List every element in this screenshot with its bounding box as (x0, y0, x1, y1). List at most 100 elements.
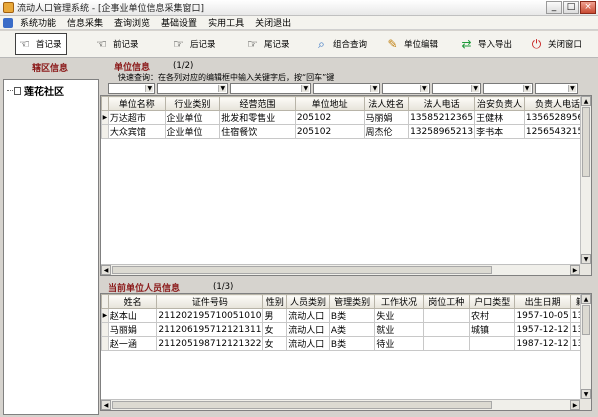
person-horizontal-scrollbar[interactable]: ◀ ▶ (101, 399, 580, 410)
filter-unit-name[interactable]: ▼ (107, 83, 156, 94)
filter-legal-phone[interactable]: ▼ (431, 83, 482, 94)
table-cell[interactable]: 待业 (374, 336, 424, 351)
column-header[interactable]: 出生日期 (514, 294, 571, 309)
filter-legal-name[interactable]: ▼ (382, 83, 430, 94)
table-cell[interactable]: 男 (262, 308, 288, 323)
close-window-button[interactable]: ⏻ 关闭窗口 (528, 33, 582, 55)
person-grid[interactable]: 姓名 证件号码 性别 人员类别 管理类别 工作状况 岗位工种 户口类型 出生日期… (100, 293, 592, 411)
scroll-thumb[interactable] (582, 107, 590, 177)
scroll-up-icon[interactable]: ▲ (581, 96, 591, 106)
table-cell[interactable]: 1957-12-12 (514, 322, 571, 337)
tree-node-lianhua[interactable]: 莲花社区 (7, 83, 64, 98)
chevron-down-icon[interactable]: ▼ (218, 85, 227, 92)
last-record-button[interactable]: ☞ 尾记录 (244, 33, 289, 55)
table-cell[interactable]: 1957-10-05 (514, 308, 571, 323)
table-cell[interactable] (468, 336, 516, 351)
table-cell[interactable]: 万达超市 (107, 110, 166, 125)
unit-grid[interactable]: 单位名称 行业类别 经营范围 单位地址 法人姓名 法人电话 治安负责人 负责人电… (100, 95, 592, 276)
column-header[interactable]: 法人姓名 (363, 96, 410, 111)
menu-collect[interactable]: 信息采集 (62, 16, 109, 29)
table-row[interactable]: ▶ 万达超市 企业单位 批发和零售业 205102 马丽娟 1358521236… (101, 110, 591, 125)
chevron-down-icon[interactable]: ▼ (567, 85, 576, 92)
menu-exit[interactable]: 关闭退出 (250, 16, 297, 29)
filter-security-person[interactable]: ▼ (483, 83, 533, 94)
column-header[interactable]: 治安负责人 (474, 96, 525, 111)
first-record-button[interactable]: ☜ 首记录 (15, 33, 67, 55)
table-cell[interactable]: 周杰伦 (363, 124, 410, 139)
unit-edit-button[interactable]: ✎ 单位编辑 (384, 33, 438, 55)
menu-system[interactable]: 系统功能 (15, 16, 62, 29)
next-record-button[interactable]: ☞ 后记录 (170, 33, 215, 55)
prev-record-button[interactable]: ☜ 前记录 (93, 33, 138, 55)
column-header[interactable]: 岗位工种 (422, 294, 470, 309)
jurisdiction-tree[interactable]: 莲花社区 (3, 79, 99, 415)
table-row[interactable]: 大众宾馆 企业单位 住宿餐饮 205102 周杰伦 13258965213 李书… (101, 124, 591, 139)
table-cell[interactable]: 211206195712121311 (156, 322, 264, 337)
menu-tools[interactable]: 实用工具 (203, 16, 250, 29)
filter-industry[interactable]: ▼ (157, 83, 229, 94)
table-cell[interactable]: 马丽娟 (363, 110, 410, 125)
table-cell[interactable]: 马丽娟 (107, 322, 158, 337)
scroll-down-icon[interactable]: ▼ (581, 389, 591, 399)
person-vertical-scrollbar[interactable]: ▲ ▼ (580, 294, 591, 399)
scroll-right-icon[interactable]: ▶ (570, 265, 580, 275)
column-header[interactable]: 行业类别 (164, 96, 221, 111)
combo-query-button[interactable]: ⌕ 组合查询 (313, 33, 367, 55)
chevron-down-icon[interactable]: ▼ (145, 85, 154, 92)
column-header[interactable]: 证件号码 (156, 294, 264, 309)
table-cell[interactable]: 赵本山 (107, 308, 158, 323)
column-header[interactable]: 人员类别 (286, 294, 330, 309)
scroll-thumb[interactable] (582, 305, 590, 335)
column-header[interactable]: 户口类型 (468, 294, 516, 309)
table-cell[interactable]: 211205198712121322 (156, 336, 264, 351)
import-export-button[interactable]: ⇄ 导入导出 (458, 33, 512, 55)
table-row[interactable]: 马丽娟 211206195712121311 女 流动人口 A类 就业 城镇 1… (101, 322, 591, 337)
table-cell[interactable]: 205102 (294, 124, 365, 139)
scroll-up-icon[interactable]: ▲ (581, 294, 591, 304)
unit-vertical-scrollbar[interactable]: ▲ ▼ (580, 96, 591, 264)
system-menu-icon[interactable] (3, 17, 13, 28)
chevron-down-icon[interactable]: ▼ (370, 85, 379, 92)
filter-person-phone[interactable]: ▼ (534, 83, 578, 94)
table-row[interactable]: 赵一涵 211205198712121322 女 流动人口 B类 待业 1987… (101, 336, 591, 351)
scroll-left-icon[interactable]: ◀ (101, 265, 111, 275)
table-cell[interactable]: 211202195710051010 (156, 308, 264, 323)
column-header[interactable]: 经营范围 (219, 96, 296, 111)
maximize-button[interactable]: □ (563, 1, 579, 14)
minimize-button[interactable]: _ (546, 1, 562, 14)
chevron-down-icon[interactable]: ▼ (471, 85, 480, 92)
table-cell[interactable]: 赵一涵 (107, 336, 158, 351)
column-header[interactable]: 单位地址 (294, 96, 365, 111)
table-cell[interactable]: 失业 (374, 308, 424, 323)
table-cell[interactable]: 企业单位 (164, 110, 221, 125)
scroll-down-icon[interactable]: ▼ (581, 254, 591, 264)
column-header[interactable]: 性别 (262, 294, 288, 309)
table-cell[interactable]: 城镇 (468, 322, 516, 337)
table-cell[interactable] (422, 308, 470, 323)
table-cell[interactable]: 批发和零售业 (219, 110, 296, 125)
table-cell[interactable]: 女 (262, 322, 288, 337)
scroll-left-icon[interactable]: ◀ (101, 400, 111, 410)
table-cell[interactable]: 13585212365 (408, 110, 476, 125)
column-header[interactable]: 工作状况 (374, 294, 424, 309)
table-cell[interactable]: 住宿餐饮 (219, 124, 296, 139)
filter-scope[interactable]: ▼ (230, 83, 312, 94)
scroll-thumb[interactable] (112, 401, 492, 409)
table-cell[interactable]: 流动人口 (286, 322, 330, 337)
table-cell[interactable]: 李书本 (474, 124, 525, 139)
table-cell[interactable]: 1987-12-12 (514, 336, 571, 351)
column-header[interactable]: 管理类别 (328, 294, 376, 309)
column-header[interactable]: 法人电话 (408, 96, 476, 111)
table-cell[interactable]: 13258965213 (408, 124, 476, 139)
table-cell[interactable]: B类 (328, 336, 376, 351)
table-cell[interactable] (422, 322, 470, 337)
table-cell[interactable]: 王健林 (474, 110, 525, 125)
unit-horizontal-scrollbar[interactable]: ◀ ▶ (101, 264, 580, 275)
close-button[interactable]: × (580, 1, 596, 14)
table-cell[interactable]: 农村 (468, 308, 516, 323)
menu-settings[interactable]: 基础设置 (156, 16, 203, 29)
scroll-thumb[interactable] (112, 266, 492, 274)
table-cell[interactable]: 女 (262, 336, 288, 351)
table-cell[interactable]: A类 (328, 322, 376, 337)
filter-address[interactable]: ▼ (313, 83, 381, 94)
